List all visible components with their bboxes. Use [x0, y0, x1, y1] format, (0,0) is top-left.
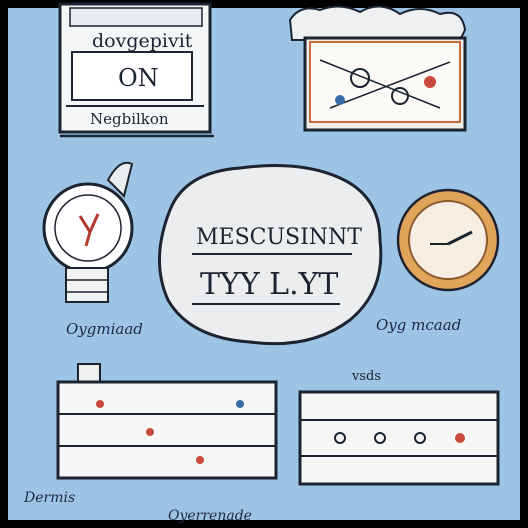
panel-display-text: ON [118, 64, 159, 92]
bottom-left-caption: Dermis [23, 490, 75, 506]
center-blob: MESCUSINNT TYY L.YT [158, 164, 383, 346]
bulb-base [65, 267, 109, 303]
left-bulb-caption: Oygmiaad [66, 320, 143, 338]
cabinet-knob-icon [196, 456, 204, 464]
bottom-right-header: vsds [351, 369, 381, 384]
right-cabinet-indicator-icon [455, 433, 465, 443]
panel-caption: Negbilkon [90, 110, 169, 128]
top-left-panel: dovgepivit ON Negbilkon [58, 2, 214, 138]
machine-inner [309, 41, 461, 123]
top-right-machine [288, 5, 467, 132]
cabinet-knob-icon [146, 428, 154, 436]
panel-top-strip [69, 7, 203, 27]
machine-dot-icon [335, 95, 345, 105]
bottom-center-caption: Oyerrenade [168, 508, 252, 524]
cabinet-knob-icon [96, 400, 104, 408]
blob-line-1: MESCUSINNT [196, 225, 362, 250]
blob-line-2: TYY L.YT [200, 267, 338, 302]
panel-header-text: dovgepivit [92, 30, 193, 52]
machine-indicator-icon [424, 76, 436, 88]
clock-face [408, 200, 488, 280]
sketch-illustration: dovgepivit ON Negbilkon Oygmiaad MESCUSI… [0, 0, 528, 528]
right-cabinet-body [298, 390, 500, 486]
cabinet-knob-icon [236, 400, 244, 408]
right-clock-caption: Oyg mcaad [376, 316, 461, 334]
illustration-canvas: dovgepivit ON Negbilkon Oygmiaad MESCUSI… [0, 0, 528, 528]
cabinet-body [56, 380, 278, 480]
